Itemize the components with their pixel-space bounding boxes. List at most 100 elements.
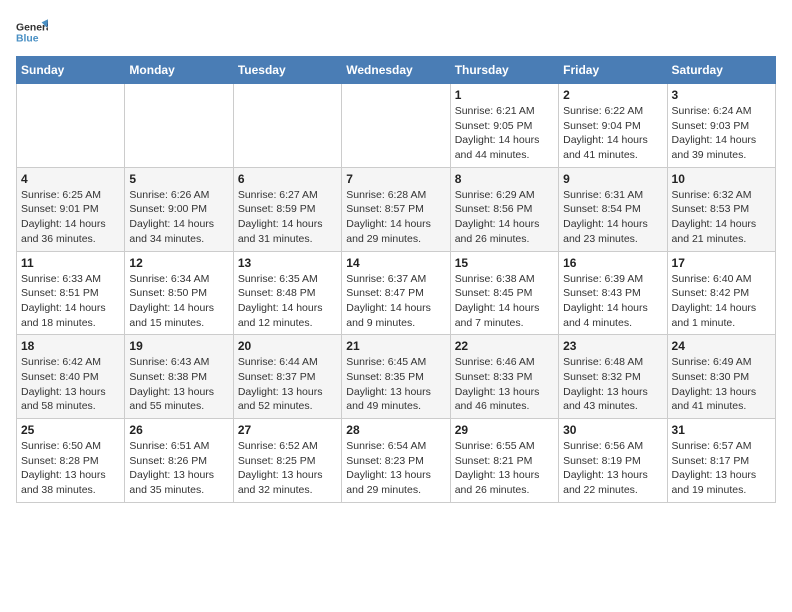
- calendar-cell: 31 Sunrise: 6:57 AMSunset: 8:17 PMDayligh…: [667, 419, 775, 503]
- calendar-header-tuesday: Tuesday: [233, 57, 341, 84]
- day-number: 30: [563, 423, 662, 437]
- day-info: Sunrise: 6:31 AMSunset: 8:54 PMDaylight:…: [563, 188, 662, 247]
- day-info: Sunrise: 6:27 AMSunset: 8:59 PMDaylight:…: [238, 188, 337, 247]
- calendar-cell: [342, 84, 450, 168]
- calendar-cell: 13Sunrise: 6:35 AMSunset: 8:48 PMDayligh…: [233, 251, 341, 335]
- calendar-header-saturday: Saturday: [667, 57, 775, 84]
- day-number: 16: [563, 256, 662, 270]
- day-info: Sunrise: 6:28 AMSunset: 8:57 PMDaylight:…: [346, 188, 445, 247]
- day-info: Sunrise: 6:49 AMSunset: 8:30 PMDaylight:…: [672, 355, 771, 414]
- logo-icon: General Blue: [16, 16, 48, 48]
- day-info: Sunrise: 6:56 AMSunset: 8:19 PMDaylight:…: [563, 439, 662, 498]
- svg-text:General: General: [16, 22, 48, 33]
- day-info: Sunrise: 6:22 AMSunset: 9:04 PMDaylight:…: [563, 104, 662, 163]
- calendar-week-3: 11 Sunrise: 6:33 AMSunset: 8:51 PMDayligh…: [17, 251, 776, 335]
- calendar-cell: 8Sunrise: 6:29 AMSunset: 8:56 PMDaylight…: [450, 167, 558, 251]
- calendar-cell: 20Sunrise: 6:44 AMSunset: 8:37 PMDayligh…: [233, 335, 341, 419]
- day-number: 31: [672, 423, 771, 437]
- calendar-cell: 11 Sunrise: 6:33 AMSunset: 8:51 PMDayligh…: [17, 251, 125, 335]
- calendar-cell: 12 Sunrise: 6:34 AMSunset: 8:50 PMDayligh…: [125, 251, 233, 335]
- calendar-cell: 25 Sunrise: 6:50 AMSunset: 8:28 PMDayligh…: [17, 419, 125, 503]
- day-number: 12: [129, 256, 228, 270]
- calendar-cell: 10Sunrise: 6:32 AMSunset: 8:53 PMDayligh…: [667, 167, 775, 251]
- day-number: 11: [21, 256, 120, 270]
- day-info: Sunrise: 6:54 AMSunset: 8:23 PMDaylight:…: [346, 439, 445, 498]
- calendar-cell: 6 Sunrise: 6:27 AMSunset: 8:59 PMDaylight…: [233, 167, 341, 251]
- day-info: Sunrise: 6:37 AMSunset: 8:47 PMDaylight:…: [346, 272, 445, 331]
- calendar-week-5: 25 Sunrise: 6:50 AMSunset: 8:28 PMDayligh…: [17, 419, 776, 503]
- calendar-cell: [125, 84, 233, 168]
- day-number: 20: [238, 339, 337, 353]
- day-number: 25: [21, 423, 120, 437]
- calendar-cell: 1 Sunrise: 6:21 AMSunset: 9:05 PMDaylight…: [450, 84, 558, 168]
- day-number: 17: [672, 256, 771, 270]
- day-number: 4: [21, 172, 120, 186]
- calendar-cell: 2 Sunrise: 6:22 AMSunset: 9:04 PMDaylight…: [559, 84, 667, 168]
- day-number: 13: [238, 256, 337, 270]
- calendar-cell: 9 Sunrise: 6:31 AMSunset: 8:54 PMDaylight…: [559, 167, 667, 251]
- svg-text:Blue: Blue: [16, 34, 39, 45]
- calendar-cell: 23Sunrise: 6:48 AMSunset: 8:32 PMDayligh…: [559, 335, 667, 419]
- calendar-cell: 18 Sunrise: 6:42 AMSunset: 8:40 PMDayligh…: [17, 335, 125, 419]
- day-number: 14: [346, 256, 445, 270]
- day-info: Sunrise: 6:26 AMSunset: 9:00 PMDaylight:…: [129, 188, 228, 247]
- day-number: 19: [129, 339, 228, 353]
- day-number: 21: [346, 339, 445, 353]
- day-info: Sunrise: 6:46 AMSunset: 8:33 PMDaylight:…: [455, 355, 554, 414]
- day-info: Sunrise: 6:42 AMSunset: 8:40 PMDaylight:…: [21, 355, 120, 414]
- logo: General Blue: [16, 16, 52, 48]
- calendar-cell: 4 Sunrise: 6:25 AMSunset: 9:01 PMDaylight…: [17, 167, 125, 251]
- calendar-header-friday: Friday: [559, 57, 667, 84]
- calendar-cell: 5 Sunrise: 6:26 AMSunset: 9:00 PMDaylight…: [125, 167, 233, 251]
- day-number: 9: [563, 172, 662, 186]
- day-info: Sunrise: 6:33 AMSunset: 8:51 PMDaylight:…: [21, 272, 120, 331]
- day-info: Sunrise: 6:55 AMSunset: 8:21 PMDaylight:…: [455, 439, 554, 498]
- day-info: Sunrise: 6:52 AMSunset: 8:25 PMDaylight:…: [238, 439, 337, 498]
- calendar-cell: 27 Sunrise: 6:52 AMSunset: 8:25 PMDayligh…: [233, 419, 341, 503]
- header: General Blue: [16, 16, 776, 48]
- calendar-cell: 22 Sunrise: 6:46 AMSunset: 8:33 PMDayligh…: [450, 335, 558, 419]
- calendar-cell: 7 Sunrise: 6:28 AMSunset: 8:57 PMDaylight…: [342, 167, 450, 251]
- day-number: 6: [238, 172, 337, 186]
- calendar-header-row: SundayMondayTuesdayWednesdayThursdayFrid…: [17, 57, 776, 84]
- day-number: 1: [455, 88, 554, 102]
- calendar-cell: 17Sunrise: 6:40 AMSunset: 8:42 PMDayligh…: [667, 251, 775, 335]
- day-info: Sunrise: 6:34 AMSunset: 8:50 PMDaylight:…: [129, 272, 228, 331]
- day-number: 2: [563, 88, 662, 102]
- day-number: 28: [346, 423, 445, 437]
- day-info: Sunrise: 6:50 AMSunset: 8:28 PMDaylight:…: [21, 439, 120, 498]
- day-info: Sunrise: 6:43 AMSunset: 8:38 PMDaylight:…: [129, 355, 228, 414]
- day-number: 15: [455, 256, 554, 270]
- calendar-cell: [233, 84, 341, 168]
- calendar-week-2: 4 Sunrise: 6:25 AMSunset: 9:01 PMDaylight…: [17, 167, 776, 251]
- day-info: Sunrise: 6:39 AMSunset: 8:43 PMDaylight:…: [563, 272, 662, 331]
- day-info: Sunrise: 6:29 AMSunset: 8:56 PMDaylight:…: [455, 188, 554, 247]
- calendar-cell: 26Sunrise: 6:51 AMSunset: 8:26 PMDayligh…: [125, 419, 233, 503]
- calendar-cell: 3Sunrise: 6:24 AMSunset: 9:03 PMDaylight…: [667, 84, 775, 168]
- day-number: 23: [563, 339, 662, 353]
- day-number: 7: [346, 172, 445, 186]
- day-number: 29: [455, 423, 554, 437]
- day-number: 27: [238, 423, 337, 437]
- day-number: 26: [129, 423, 228, 437]
- calendar-header-wednesday: Wednesday: [342, 57, 450, 84]
- day-info: Sunrise: 6:57 AMSunset: 8:17 PMDaylight:…: [672, 439, 771, 498]
- calendar-table: SundayMondayTuesdayWednesdayThursdayFrid…: [16, 56, 776, 503]
- day-info: Sunrise: 6:38 AMSunset: 8:45 PMDaylight:…: [455, 272, 554, 331]
- calendar-cell: 29 Sunrise: 6:55 AMSunset: 8:21 PMDayligh…: [450, 419, 558, 503]
- day-info: Sunrise: 6:45 AMSunset: 8:35 PMDaylight:…: [346, 355, 445, 414]
- day-number: 5: [129, 172, 228, 186]
- calendar-header-monday: Monday: [125, 57, 233, 84]
- day-info: Sunrise: 6:25 AMSunset: 9:01 PMDaylight:…: [21, 188, 120, 247]
- calendar-cell: 14 Sunrise: 6:37 AMSunset: 8:47 PMDayligh…: [342, 251, 450, 335]
- day-info: Sunrise: 6:21 AMSunset: 9:05 PMDaylight:…: [455, 104, 554, 163]
- calendar-header-sunday: Sunday: [17, 57, 125, 84]
- day-number: 22: [455, 339, 554, 353]
- calendar-week-4: 18 Sunrise: 6:42 AMSunset: 8:40 PMDayligh…: [17, 335, 776, 419]
- calendar-week-1: 1 Sunrise: 6:21 AMSunset: 9:05 PMDaylight…: [17, 84, 776, 168]
- calendar-cell: 15 Sunrise: 6:38 AMSunset: 8:45 PMDayligh…: [450, 251, 558, 335]
- calendar-cell: 28 Sunrise: 6:54 AMSunset: 8:23 PMDayligh…: [342, 419, 450, 503]
- calendar-cell: 24Sunrise: 6:49 AMSunset: 8:30 PMDayligh…: [667, 335, 775, 419]
- day-number: 18: [21, 339, 120, 353]
- day-info: Sunrise: 6:24 AMSunset: 9:03 PMDaylight:…: [672, 104, 771, 163]
